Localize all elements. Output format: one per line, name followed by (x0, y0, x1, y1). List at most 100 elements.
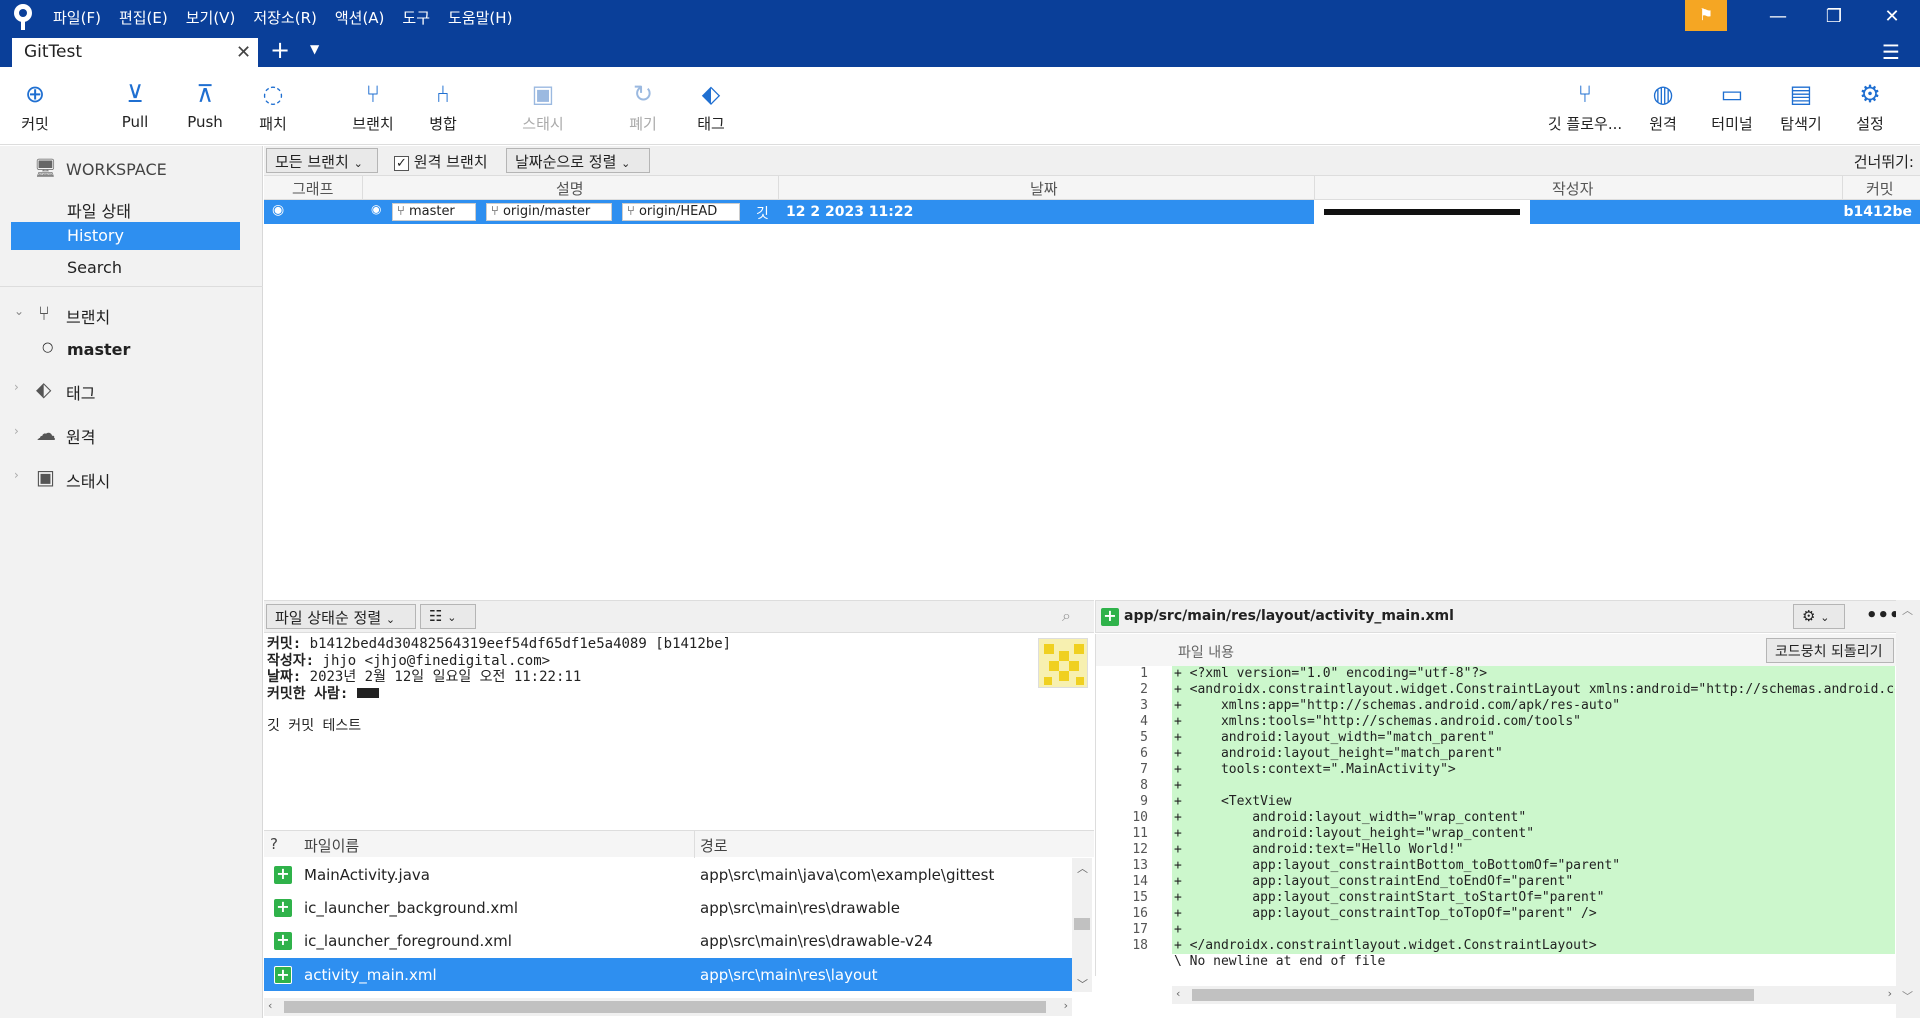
flag-icon[interactable]: ⚑ (1685, 0, 1727, 31)
sidebar-item-history[interactable]: History (11, 222, 240, 250)
remote-button[interactable]: ◍ 원격 (1628, 77, 1698, 134)
line-number: 12 (1096, 842, 1148, 858)
diff-hscrollbar[interactable]: ‹ › (1172, 986, 1896, 1004)
minimize-button[interactable]: — (1758, 4, 1798, 30)
scroll-right-icon[interactable]: › (1064, 999, 1068, 1012)
git-flow-button[interactable]: ⑂ 깃 플로우... (1540, 77, 1630, 134)
line-number: 15 (1096, 890, 1148, 906)
pull-button[interactable]: ⊻ Pull (100, 77, 170, 131)
scroll-down-icon[interactable]: ﹀ (1902, 988, 1913, 1004)
hamburger-menu-icon[interactable]: ☰ (1882, 40, 1900, 64)
sidebar-item-search[interactable]: Search (0, 258, 263, 277)
terminal-button[interactable]: ▭ 터미널 (1697, 77, 1767, 134)
line-number: 13 (1096, 858, 1148, 874)
col-description[interactable]: 설명 (556, 178, 584, 199)
col-filename[interactable]: 파일이름 (304, 835, 359, 856)
settings-button[interactable]: ⚙ 설정 (1835, 77, 1905, 134)
diff-line-text: + </androidx.constraintlayout.widget.Con… (1172, 938, 1895, 954)
author-value: jhjo <jhjo@finedigital.com> (322, 652, 551, 669)
diff-line-text: + android:layout_height="match_parent" (1172, 746, 1895, 762)
push-button[interactable]: ⊼ Push (170, 77, 240, 131)
date-value: 2023년 2월 12일 일요일 오전 11:22:11 (309, 669, 582, 685)
scroll-up-icon[interactable]: ︿ (1077, 860, 1088, 876)
restore-button[interactable]: ❐ (1814, 4, 1854, 30)
menu-repository[interactable]: 저장소(R) (244, 8, 326, 28)
merge-label: 병합 (429, 115, 457, 133)
close-window-button[interactable]: ✕ (1872, 4, 1912, 30)
scroll-thumb[interactable] (284, 1001, 1046, 1013)
menu-file[interactable]: 파일(F) (44, 8, 110, 28)
scroll-right-icon[interactable]: › (1888, 987, 1892, 1000)
chevron-down-icon: ⌄ (447, 611, 457, 624)
scroll-down-icon[interactable]: ﹀ (1077, 976, 1088, 992)
menu-help[interactable]: 도움말(H) (439, 8, 521, 28)
commit-row[interactable]: ◉ ◉ ⑂ master ⑂ origin/master ⑂ origin/HE… (264, 200, 1920, 224)
tab-close-icon[interactable]: ✕ (236, 42, 251, 63)
file-path: app\src\main\res\layout (700, 966, 878, 984)
col-path[interactable]: 경로 (700, 835, 728, 856)
pull-icon: ⊻ (126, 80, 144, 108)
scroll-thumb[interactable] (1074, 918, 1090, 930)
stashes-label: 스태시 (66, 472, 111, 491)
search-icon[interactable]: ⌕ (1062, 606, 1071, 626)
stash-icon: ▣ (36, 465, 55, 489)
diff-line: 14 + app:layout_constraintEnd_toEndOf="pa… (1096, 874, 1895, 890)
view-mode-dropdown[interactable]: ☷ ⌄ (420, 604, 476, 629)
file-row[interactable]: + ic_launcher_foreground.xml app\src\main\… (264, 924, 1072, 957)
new-tab-button[interactable]: + (270, 36, 290, 64)
menu-tools[interactable]: 도구 (393, 8, 439, 28)
globe-icon: ◍ (1652, 80, 1674, 108)
diff-options-dropdown[interactable]: ⚙ ⌄ (1793, 604, 1845, 629)
sort-dropdown[interactable]: 날짜순으로 정렬 ⌄ (506, 148, 650, 173)
repo-tab[interactable]: GitTest (12, 38, 258, 67)
commit-button[interactable]: ⊕ 커밋 (0, 77, 70, 134)
tag-button[interactable]: ⬖ 태그 (676, 77, 746, 134)
diff-content: 1 + <?xml version="1.0" encoding="utf-8"?… (1095, 666, 1895, 976)
stash-icon: ▣ (531, 80, 555, 108)
tag-label: 태그 (697, 115, 725, 133)
file-row[interactable]: + MainActivity.java app\src\main\java\com\… (264, 858, 1072, 891)
revert-hunk-button[interactable]: 코드뭉치 되돌리기 (1766, 638, 1894, 663)
col-date[interactable]: 날짜 (1030, 178, 1058, 199)
diff-line: 11 + android:layout_height="wrap_content" (1096, 826, 1895, 842)
explorer-button[interactable]: ▤ 탐색기 (1766, 77, 1836, 134)
scroll-left-icon[interactable]: ‹ (1176, 987, 1180, 1000)
menu-edit[interactable]: 편집(E) (110, 8, 177, 28)
tab-dropdown-icon[interactable]: ▼ (310, 42, 319, 56)
git-flow-label: 깃 플로우... (1547, 115, 1623, 133)
col-graph[interactable]: 그래프 (292, 178, 333, 199)
col-commit[interactable]: 커밋 (1866, 178, 1894, 199)
menu-actions[interactable]: 액션(A) (326, 8, 394, 28)
discard-button[interactable]: ↻ 폐기 (608, 77, 678, 134)
file-path: app\src\main\java\com\example\gittest (700, 866, 995, 884)
sidebar-item-file-status[interactable]: 파일 상태 (0, 196, 263, 221)
branch-button[interactable]: ⑂ 브랜치 (338, 77, 408, 134)
file-list-vscrollbar[interactable]: ︿ ﹀ (1072, 858, 1092, 992)
branch-icon: ⑂ (365, 80, 381, 108)
file-row[interactable]: + ic_launcher_background.xml app\src\main\… (264, 891, 1072, 924)
scroll-left-icon[interactable]: ‹ (268, 999, 272, 1012)
diff-line-text: + xmlns:app="http://schemas.android.com/… (1172, 698, 1895, 714)
stash-button[interactable]: ▣ 스태시 (508, 77, 578, 134)
file-list-hscrollbar[interactable]: ‹ › (264, 998, 1072, 1016)
col-author[interactable]: 작성자 (1552, 178, 1593, 199)
line-number: 7 (1096, 762, 1148, 778)
fetch-button[interactable]: ◌ 패치 (238, 77, 308, 134)
menu-view[interactable]: 보기(V) (177, 8, 245, 28)
diff-vscrollbar[interactable]: ︿ ﹀ (1896, 600, 1920, 1018)
settings-label: 설정 (1856, 115, 1884, 133)
line-number: 2 (1096, 682, 1148, 698)
col-status: ? (270, 835, 278, 853)
author-redacted (1314, 200, 1530, 224)
branch-filter-dropdown[interactable]: 모든 브랜치 ⌄ (266, 148, 378, 173)
chevron-down-icon: ⌄ (385, 613, 396, 626)
scroll-up-icon[interactable]: ︿ (1902, 602, 1913, 618)
scroll-thumb[interactable] (1192, 989, 1754, 1001)
file-sort-dropdown[interactable]: 파일 상태순 정렬 ⌄ (266, 604, 416, 629)
file-row-selected[interactable]: + activity_main.xml app\src\main\res\layou… (264, 958, 1072, 991)
fetch-icon: ◌ (262, 80, 284, 108)
file-path: app\src\main\res\drawable-v24 (700, 932, 933, 950)
remote-branches-checkbox[interactable]: ✓ 원격 브랜치 (394, 151, 488, 172)
line-number: 6 (1096, 746, 1148, 762)
merge-button[interactable]: ⑃ 병합 (408, 77, 478, 134)
